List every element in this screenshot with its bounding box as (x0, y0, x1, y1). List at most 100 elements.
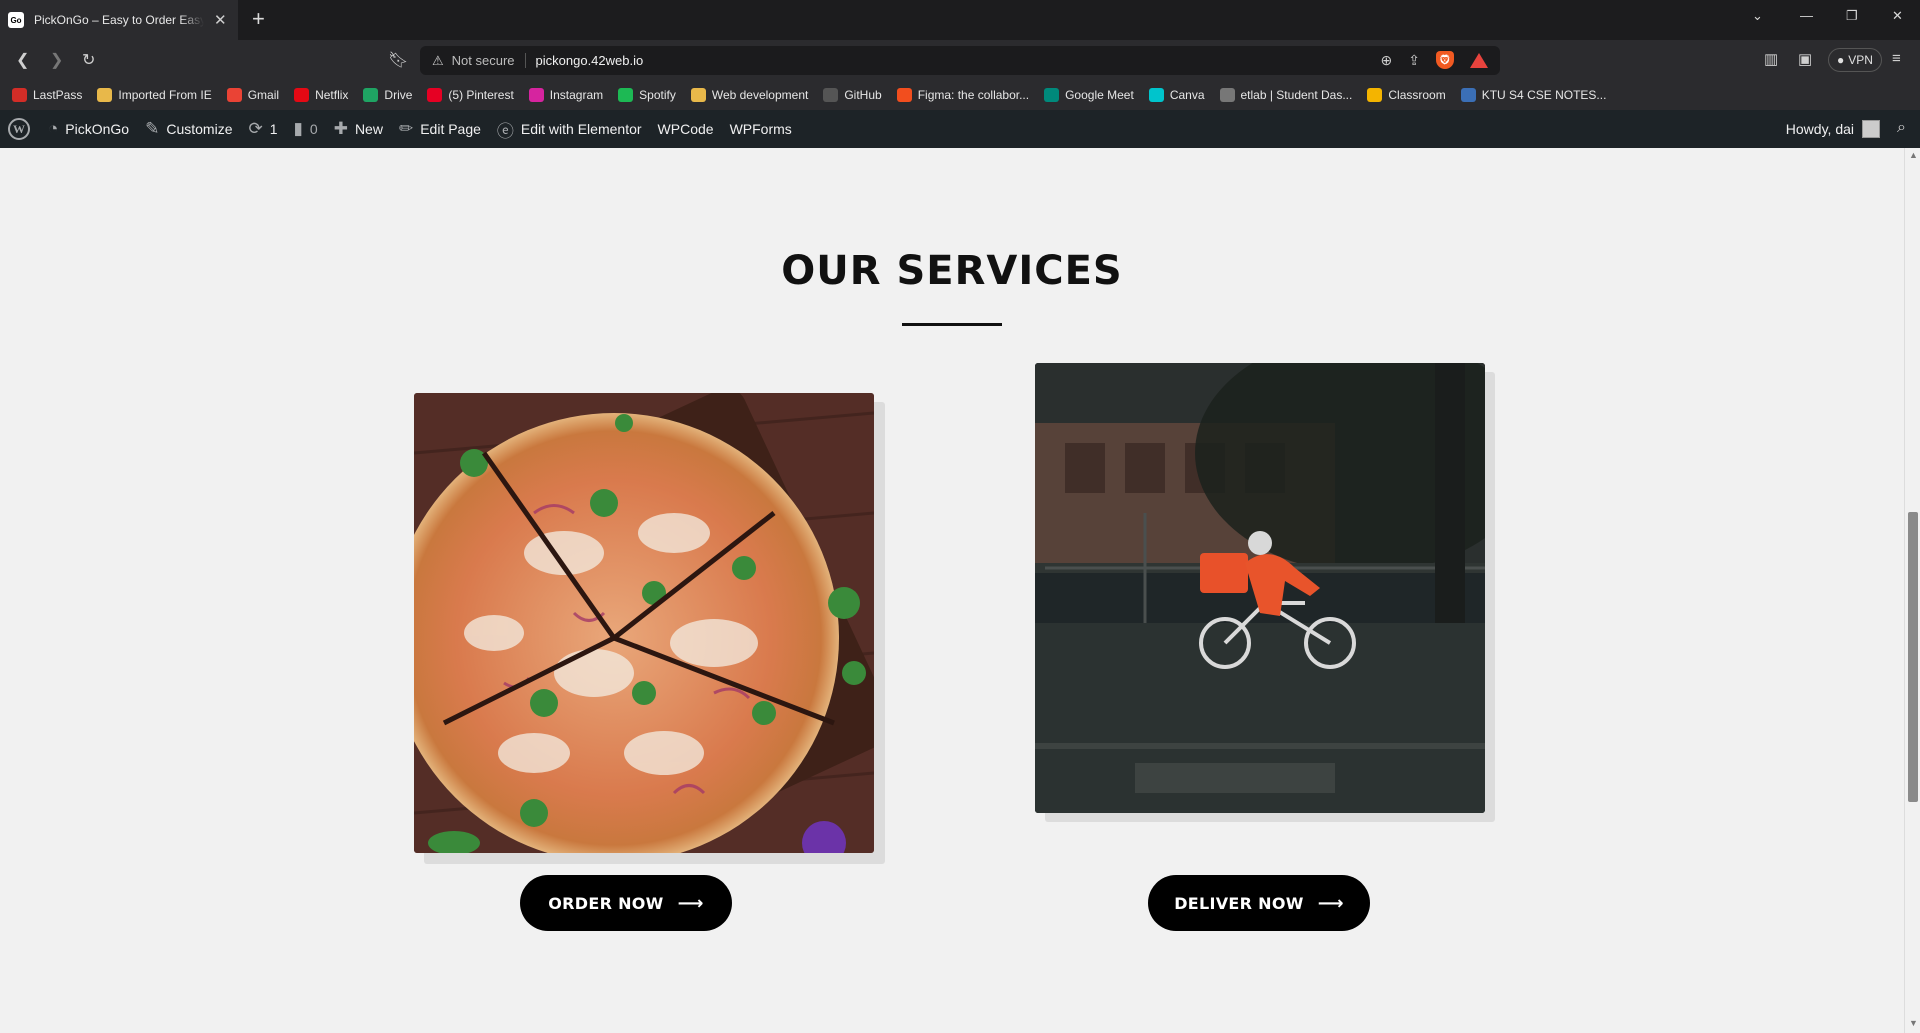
sidebar-icon[interactable]: ▥ (1764, 50, 1778, 68)
bookmark-item[interactable]: Figma: the collabor... (896, 88, 1030, 102)
zoom-icon[interactable]: ⊕ (1381, 52, 1393, 69)
warning-icon: ⚠ (432, 52, 444, 68)
bookmark-item[interactable]: Instagram (528, 88, 603, 102)
vpn-status-icon: ● (1837, 53, 1845, 67)
url-text[interactable]: pickongo.42web.io (526, 53, 644, 68)
bookmark-label: Figma: the collabor... (917, 88, 1030, 102)
canva-icon (1148, 88, 1164, 102)
drive-icon (363, 88, 379, 102)
vpn-button[interactable]: ● VPN (1828, 48, 1882, 72)
bookmark-label: Classroom (1388, 88, 1446, 102)
updates-count: 1 (269, 121, 278, 137)
address-bar[interactable]: ⚠ Not secure pickongo.42web.io ⊕ ⇪ 🦁︎ (420, 46, 1500, 75)
deliver-now-button[interactable]: DELIVER NOW ⟶ (1148, 875, 1370, 931)
wallet-icon[interactable]: ▣ (1798, 50, 1812, 68)
brush-icon: ✎ (145, 119, 160, 138)
wp-admin-bar: W ◔ PickOnGo ✎ Customize ⟳ 1 ▮ 0 ✚ New ✏… (0, 110, 1920, 148)
services-section: OUR SERVICES ORDER NOW ⟶ DELIVER NOW ⟶ (0, 148, 1904, 1033)
arrow-right-icon: ⟶ (677, 892, 704, 914)
tab-title: PickOnGo – Easy to Order Easy to Deliver (34, 13, 204, 27)
bookmark-item[interactable]: KTU S4 CSE NOTES... (1460, 88, 1606, 102)
bookmark-item[interactable]: Classroom (1367, 88, 1446, 102)
customize-label: Customize (166, 121, 233, 137)
brave-shields-icon[interactable]: 🦁︎ (1436, 51, 1454, 69)
menu-icon[interactable]: ≡ (1892, 50, 1901, 67)
delivery-image (1035, 363, 1485, 813)
bookmark-item[interactable]: Imported From IE (97, 88, 212, 102)
scroll-down-icon[interactable]: ▼ (1909, 1018, 1918, 1028)
dashboard-icon: ◔ (48, 119, 59, 138)
edit-elementor-link[interactable]: ⓔ Edit with Elementor (497, 117, 642, 142)
bookmark-label: Gmail (247, 88, 280, 102)
bookmark-item[interactable]: Gmail (226, 88, 280, 102)
search-icon[interactable]: ⌕ (1897, 119, 1906, 137)
share-icon[interactable]: ⇪ (1408, 52, 1420, 69)
comment-icon: ▮ (293, 119, 303, 138)
plus-icon: ✚ (333, 119, 348, 138)
browser-toolbar: ❮ ❯ ↻ 🔖︎ ⚠ Not secure pickongo.42web.io … (0, 40, 1920, 80)
maximize-icon[interactable]: ❐ (1846, 8, 1858, 24)
bookmark-label: Imported From IE (118, 88, 212, 102)
github-icon (823, 88, 839, 102)
account-menu[interactable]: Howdy, dai (1786, 110, 1880, 148)
bookmark-item[interactable]: (5) Pinterest (427, 88, 514, 102)
browser-tab[interactable]: Go PickOnGo – Easy to Order Easy to Deli… (0, 0, 238, 40)
updates-link[interactable]: ⟳ 1 (248, 119, 277, 139)
bookmark-item[interactable]: GitHub (823, 88, 882, 102)
close-window-icon[interactable]: ✕ (1892, 8, 1903, 24)
bookmark-item[interactable]: etlab | Student Das... (1219, 88, 1352, 102)
order-now-button[interactable]: ORDER NOW ⟶ (520, 875, 732, 931)
bookmark-label: Web development (711, 88, 809, 102)
gmail-icon (226, 88, 242, 102)
pinterest-icon (427, 88, 443, 102)
bookmark-label: Spotify (639, 88, 676, 102)
elementor-icon: ⓔ (496, 121, 514, 141)
bookmark-item[interactable]: LastPass (12, 88, 82, 102)
reload-icon[interactable]: ↻ (82, 50, 95, 70)
bookmark-item[interactable]: Netflix (294, 88, 348, 102)
wpforms-link[interactable]: WPForms (730, 121, 792, 137)
bookmark-item[interactable]: Web development (690, 88, 809, 102)
comments-link[interactable]: ▮ 0 (294, 119, 318, 139)
netflix-icon (294, 88, 310, 102)
wpcode-link[interactable]: WPCode (658, 121, 714, 137)
avatar (1862, 120, 1880, 138)
page-scrollbar[interactable]: ▲ ▼ (1904, 148, 1920, 1033)
bookmark-label: Netflix (315, 88, 349, 102)
tab-strip: Go PickOnGo – Easy to Order Easy to Deli… (0, 0, 1920, 40)
scrollbar-thumb[interactable] (1908, 512, 1918, 802)
bookmark-page-icon[interactable]: 🔖︎ (388, 50, 408, 70)
back-icon[interactable]: ❮ (16, 50, 29, 70)
bookmark-item[interactable]: Drive (363, 88, 412, 102)
tab-search-icon[interactable]: ⌄ (1752, 8, 1763, 24)
bookmark-label: GitHub (844, 88, 882, 102)
bookmark-item[interactable]: Canva (1148, 88, 1205, 102)
new-tab-icon[interactable]: + (252, 7, 265, 31)
wpforms-label: WPForms (729, 121, 792, 137)
vpn-label: VPN (1848, 53, 1873, 67)
pencil-icon: ✏ (398, 119, 414, 138)
figma-icon (896, 88, 912, 102)
wpcode-label: WPCode (657, 121, 714, 137)
pizza-image (414, 393, 874, 853)
spotify-icon (618, 88, 634, 102)
bookmark-item[interactable]: Google Meet (1044, 88, 1134, 102)
brave-rewards-icon[interactable] (1470, 52, 1488, 68)
bookmark-label: Canva (1169, 88, 1205, 102)
scroll-up-icon[interactable]: ▲ (1909, 150, 1918, 160)
bookmark-item[interactable]: Spotify (618, 88, 676, 102)
edit-page-label: Edit Page (420, 121, 481, 137)
folder-icon (97, 88, 113, 102)
edit-page-link[interactable]: ✏ Edit Page (399, 119, 481, 139)
close-tab-icon[interactable]: ✕ (214, 11, 227, 29)
minimize-icon[interactable]: — (1800, 8, 1813, 23)
wordpress-icon[interactable]: W (8, 118, 30, 140)
new-label: New (354, 121, 383, 137)
customize-link[interactable]: ✎ Customize (145, 119, 232, 139)
site-name-link[interactable]: ◔ PickOnGo (48, 119, 129, 139)
bookmark-label: Drive (384, 88, 413, 102)
folder-icon (690, 88, 706, 102)
comments-count: 0 (309, 121, 318, 137)
forward-icon[interactable]: ❯ (50, 50, 63, 70)
new-content-link[interactable]: ✚ New (334, 119, 383, 139)
